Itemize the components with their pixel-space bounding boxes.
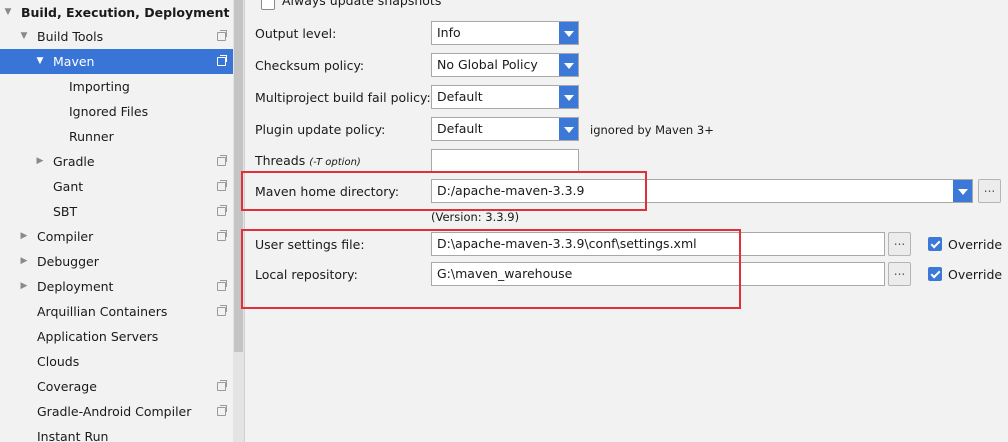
plugin-update-policy-dropdown[interactable]: Default [431,117,579,141]
tree-item-label: Compiler [37,229,94,244]
tree-item-build-execution-deployment[interactable]: ▼ Build, Execution, Deployment [0,0,233,25]
project-settings-icon [217,55,227,66]
multiproject-fail-policy-label: Multiproject build fail policy: [255,90,431,105]
tree-item-label: Maven [53,54,95,69]
tree-item-sbt[interactable]: SBT [0,199,233,224]
chevron-down-icon[interactable] [559,54,578,76]
expand-arrow-icon[interactable]: ▶ [18,224,30,249]
project-settings-icon [217,230,227,241]
project-settings-icon [217,305,227,316]
plugin-update-policy-value: Default [437,121,483,136]
always-update-snapshots-checkbox[interactable] [261,0,275,10]
tree-item-build-tools[interactable]: ▼ Build Tools [0,24,233,49]
expand-arrow-icon[interactable]: ▼ [2,0,14,25]
threads-hint: (-T option) [309,157,361,168]
highlight-box-maven-home [241,171,647,211]
project-settings-icon [217,380,227,391]
tree-item-label: Gradle-Android Compiler [37,404,192,419]
local-repo-override-checkbox[interactable] [928,267,942,281]
project-settings-icon [217,180,227,191]
maven-home-browse-button[interactable]: ... [978,179,1001,203]
tree-item-importing[interactable]: Importing [0,74,233,99]
tree-item-label: Importing [69,79,130,94]
maven-settings-panel: Always update snapshots Output level: In… [241,0,1008,442]
tree-item-label: Deployment [37,279,114,294]
tree-item-label: Arquillian Containers [37,304,168,319]
maven-version-text: (Version: 3.3.9) [431,210,520,224]
project-settings-icon [217,155,227,166]
tree-item-label: Build, Execution, Deployment [21,5,230,20]
tree-item-label: Runner [69,129,114,144]
tree-item-maven[interactable]: ▼ Maven [0,49,233,74]
local-repo-override-label: Override [948,267,1003,282]
tree-item-label: Debugger [37,254,99,269]
local-repo-browse-button[interactable]: ... [888,262,911,286]
chevron-down-icon[interactable] [953,180,972,202]
plugin-update-policy-label: Plugin update policy: [255,122,386,137]
expand-arrow-icon[interactable]: ▼ [18,24,30,49]
tree-item-gant[interactable]: Gant [0,174,233,199]
user-settings-override-checkbox[interactable] [928,237,942,251]
threads-label: Threads (-T option) [255,153,361,168]
highlight-box-settings-repo [241,229,741,309]
project-settings-icon [217,205,227,216]
tree-item-ignored-files[interactable]: Ignored Files [0,99,233,124]
tree-item-deployment[interactable]: ▶ Deployment [0,274,233,299]
chevron-down-icon[interactable] [559,118,578,140]
project-settings-icon [217,280,227,291]
tree-item-gradle-android-compiler[interactable]: Gradle-Android Compiler [0,399,233,424]
tree-item-arquillian-containers[interactable]: Arquillian Containers [0,299,233,324]
chevron-down-icon[interactable] [559,22,578,44]
tree-item-gradle[interactable]: ▶ Gradle [0,149,233,174]
threads-input[interactable] [431,149,579,173]
tree-item-compiler[interactable]: ▶ Compiler [0,224,233,249]
tree-item-debugger[interactable]: ▶ Debugger [0,249,233,274]
user-settings-browse-button[interactable]: ... [888,232,911,256]
tree-item-runner[interactable]: Runner [0,124,233,149]
tree-item-label: Gradle [53,154,95,169]
tree-item-label: Build Tools [37,29,104,44]
threads-label-text: Threads [255,153,306,168]
multiproject-fail-policy-value: Default [437,89,483,104]
expand-arrow-icon[interactable]: ▶ [34,149,46,174]
tree-item-label: Clouds [37,354,80,369]
settings-tree: ▼ Build, Execution, Deployment ▼ Build T… [0,0,233,442]
tree-item-application-servers[interactable]: Application Servers [0,324,233,349]
tree-item-label: Gant [53,179,84,194]
expand-arrow-icon[interactable]: ▶ [18,274,30,299]
checksum-policy-label: Checksum policy: [255,58,365,73]
plugin-update-policy-note: ignored by Maven 3+ [590,123,714,137]
expand-arrow-icon[interactable]: ▼ [34,49,46,74]
tree-item-label: Application Servers [37,329,159,344]
chevron-down-icon[interactable] [559,86,578,108]
output-level-dropdown[interactable]: Info [431,21,579,45]
user-settings-override-label: Override [948,237,1003,252]
project-settings-icon [217,30,227,41]
tree-item-label: SBT [53,204,78,219]
output-level-value: Info [437,25,461,40]
project-settings-icon [217,405,227,416]
tree-item-coverage[interactable]: Coverage [0,374,233,399]
multiproject-fail-policy-dropdown[interactable]: Default [431,85,579,109]
output-level-label: Output level: [255,26,337,41]
expand-arrow-icon[interactable]: ▶ [18,249,30,274]
tree-item-label: Instant Run [37,429,109,442]
tree-item-clouds[interactable]: Clouds [0,349,233,374]
tree-item-instant-run[interactable]: Instant Run [0,424,233,442]
tree-item-label: Ignored Files [69,104,149,119]
tree-item-label: Coverage [37,379,97,394]
checksum-policy-value: No Global Policy [437,57,538,72]
always-update-snapshots-label: Always update snapshots [282,0,442,8]
checksum-policy-dropdown[interactable]: No Global Policy [431,53,579,77]
